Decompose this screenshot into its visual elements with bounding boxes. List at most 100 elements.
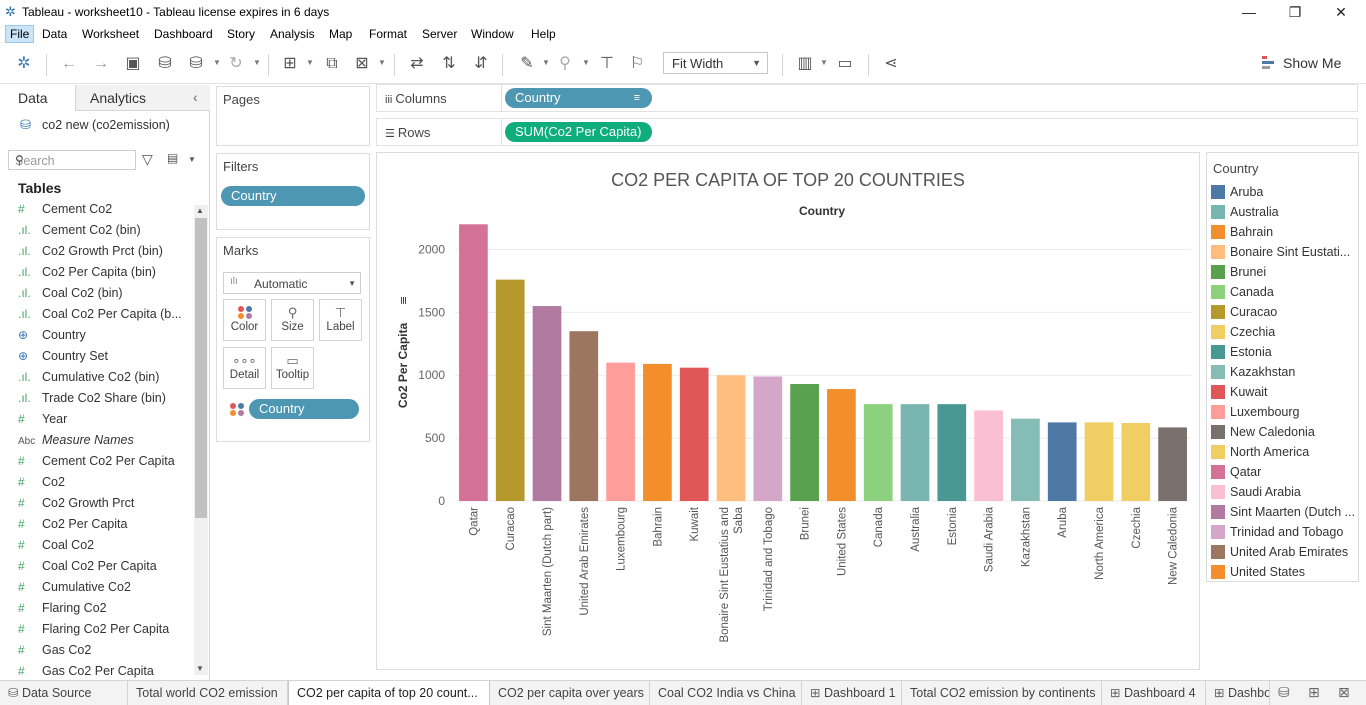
bar[interactable] bbox=[1047, 422, 1077, 501]
legend-item[interactable]: Canada bbox=[1211, 285, 1359, 305]
field-item[interactable]: ⊕ Country bbox=[18, 328, 188, 349]
new-datasource-tab-icon[interactable]: ⛁ bbox=[1278, 684, 1290, 701]
sort-descending-icon[interactable]: ⇵ bbox=[470, 53, 492, 75]
duplicate-sheet-icon[interactable]: ⧉ bbox=[321, 53, 343, 75]
show-cards-icon[interactable]: ▥ bbox=[794, 53, 816, 75]
menu-server[interactable]: Server bbox=[422, 27, 457, 41]
field-item[interactable]: # Gas Co2 bbox=[18, 643, 188, 664]
size-button[interactable]: ⚲ Size bbox=[271, 299, 314, 341]
chevron-down-icon[interactable]: ▼ bbox=[820, 58, 828, 67]
sort-ascending-icon[interactable]: ⇅ bbox=[438, 53, 460, 75]
color-pill-country[interactable]: Country bbox=[249, 399, 359, 419]
undo-icon[interactable]: ← bbox=[58, 53, 80, 75]
legend-item[interactable]: North America bbox=[1211, 445, 1359, 465]
bar[interactable] bbox=[495, 279, 525, 501]
tab-data[interactable]: Data bbox=[0, 85, 76, 111]
filters-card[interactable]: Filters Country bbox=[216, 153, 370, 230]
field-item[interactable]: # Coal Co2 Per Capita bbox=[18, 559, 188, 580]
color-legend[interactable]: Country Aruba Australia Bahrain Bonaire Sin… bbox=[1206, 152, 1359, 582]
menu-window[interactable]: Window bbox=[471, 27, 514, 41]
tab-total-world-co2[interactable]: Total world CO2 emission bbox=[128, 681, 288, 705]
legend-item[interactable]: Qatar bbox=[1211, 465, 1359, 485]
filter-pill-country[interactable]: Country bbox=[221, 186, 365, 206]
chevron-down-icon[interactable]: ▼ bbox=[378, 58, 386, 67]
bar[interactable] bbox=[790, 384, 819, 501]
legend-item[interactable]: Czechia bbox=[1211, 325, 1359, 345]
new-datasource-icon[interactable]: ⛁ bbox=[154, 53, 176, 75]
bar[interactable] bbox=[1011, 418, 1040, 501]
filter-icon[interactable]: ▽ bbox=[142, 151, 153, 168]
chevron-down-icon[interactable]: ▼ bbox=[188, 155, 196, 164]
fit-width-select[interactable]: Fit Width ▼ bbox=[663, 52, 768, 74]
legend-item[interactable]: Trinidad and Tobago bbox=[1211, 525, 1359, 545]
show-me-icon[interactable] bbox=[1262, 55, 1278, 71]
clear-sheet-icon[interactable]: ⊠ bbox=[351, 53, 373, 75]
chevron-down-icon[interactable]: ▼ bbox=[306, 58, 314, 67]
field-item[interactable]: .ıl. Coal Co2 Per Capita (b... bbox=[18, 307, 188, 328]
field-item[interactable]: .ıl. Trade Co2 Share (bin) bbox=[18, 391, 188, 412]
save-icon[interactable]: ▣ bbox=[122, 53, 144, 75]
chevron-down-icon[interactable]: ▼ bbox=[213, 58, 221, 67]
share-icon[interactable]: ⋖ bbox=[880, 53, 902, 75]
bar[interactable] bbox=[937, 404, 967, 501]
field-item[interactable]: # Cement Co2 bbox=[18, 202, 188, 223]
field-item[interactable]: # Co2 Per Capita bbox=[18, 517, 188, 538]
search-input[interactable]: Search ⚲ bbox=[8, 150, 136, 170]
field-item[interactable]: # Year bbox=[18, 412, 188, 433]
close-icon[interactable]: ✕ bbox=[1318, 2, 1364, 22]
tableau-home-icon[interactable]: ✲ bbox=[13, 53, 35, 75]
bar[interactable] bbox=[679, 367, 709, 501]
legend-item[interactable]: Aruba bbox=[1211, 185, 1359, 205]
mark-type-select[interactable]: ılı Automatic ▼ bbox=[223, 272, 361, 294]
field-item[interactable]: Abc Measure Names bbox=[18, 433, 188, 454]
field-item[interactable]: .ıl. Co2 Growth Prct (bin) bbox=[18, 244, 188, 265]
field-item[interactable]: # Co2 bbox=[18, 475, 188, 496]
field-item[interactable]: # Cement Co2 Per Capita bbox=[18, 454, 188, 475]
legend-item[interactable]: Luxembourg bbox=[1211, 405, 1359, 425]
bar[interactable] bbox=[900, 404, 930, 501]
redo-icon[interactable]: → bbox=[90, 53, 112, 75]
datasource-name[interactable]: co2 new (co2emission) bbox=[42, 118, 170, 132]
field-item[interactable]: # Coal Co2 bbox=[18, 538, 188, 559]
field-item[interactable]: ⊕ Country Set bbox=[18, 349, 188, 370]
field-item[interactable]: # Flaring Co2 bbox=[18, 601, 188, 622]
detail-button[interactable]: ∘∘∘ Detail bbox=[223, 347, 266, 389]
legend-item[interactable]: Curacao bbox=[1211, 305, 1359, 325]
label-button[interactable]: ⊤ Label bbox=[319, 299, 362, 341]
pages-card[interactable]: Pages bbox=[216, 86, 370, 146]
field-item[interactable]: # Cumulative Co2 bbox=[18, 580, 188, 601]
tooltip-button[interactable]: ▭ Tooltip bbox=[271, 347, 314, 389]
bar-chart[interactable]: CO2 PER CAPITA OF TOP 20 COUNTRIES Countr… bbox=[377, 153, 1199, 669]
group-members-icon[interactable]: ⚲ bbox=[554, 53, 576, 75]
field-item[interactable]: .ıl. Coal Co2 (bin) bbox=[18, 286, 188, 307]
legend-item[interactable]: United Arab Emirates bbox=[1211, 545, 1359, 565]
menu-file[interactable]: File bbox=[5, 25, 35, 43]
menu-format[interactable]: Format bbox=[369, 27, 407, 41]
menu-map[interactable]: Map bbox=[329, 27, 352, 41]
legend-item[interactable]: Bonaire Sint Eustati... bbox=[1211, 245, 1359, 265]
bar[interactable] bbox=[459, 224, 488, 501]
bar[interactable] bbox=[532, 306, 562, 501]
tab-analytics[interactable]: Analytics bbox=[76, 85, 210, 111]
new-worksheet-tab-icon[interactable]: ⊞ bbox=[1308, 684, 1320, 701]
field-item[interactable]: .ıl. Cumulative Co2 (bin) bbox=[18, 370, 188, 391]
scrollbar-thumb[interactable] bbox=[195, 218, 207, 518]
bar[interactable] bbox=[974, 410, 1003, 501]
scroll-up-icon[interactable]: ▲ bbox=[196, 206, 204, 215]
chevron-down-icon[interactable]: ▼ bbox=[253, 58, 261, 67]
color-button[interactable]: Color bbox=[223, 299, 266, 341]
bar[interactable] bbox=[863, 404, 893, 501]
bar[interactable] bbox=[643, 363, 672, 501]
legend-item[interactable]: New Caledonia bbox=[1211, 425, 1359, 445]
menu-story[interactable]: Story bbox=[227, 27, 255, 41]
tab-dashboard-1[interactable]: ⊞ Dashboard 1 bbox=[802, 681, 902, 705]
scroll-down-icon[interactable]: ▼ bbox=[196, 664, 204, 673]
tab-dashboard-partial[interactable]: ⊞ Dashbo bbox=[1206, 681, 1270, 705]
menu-data[interactable]: Data bbox=[42, 27, 67, 41]
view-options-icon[interactable]: ▤ bbox=[167, 151, 178, 165]
legend-item[interactable]: Australia bbox=[1211, 205, 1359, 225]
legend-item[interactable]: Sint Maarten (Dutch ... bbox=[1211, 505, 1359, 525]
legend-item[interactable]: Saudi Arabia bbox=[1211, 485, 1359, 505]
menu-analysis[interactable]: Analysis bbox=[270, 27, 315, 41]
pause-updates-icon[interactable]: ⛁ bbox=[185, 53, 207, 75]
